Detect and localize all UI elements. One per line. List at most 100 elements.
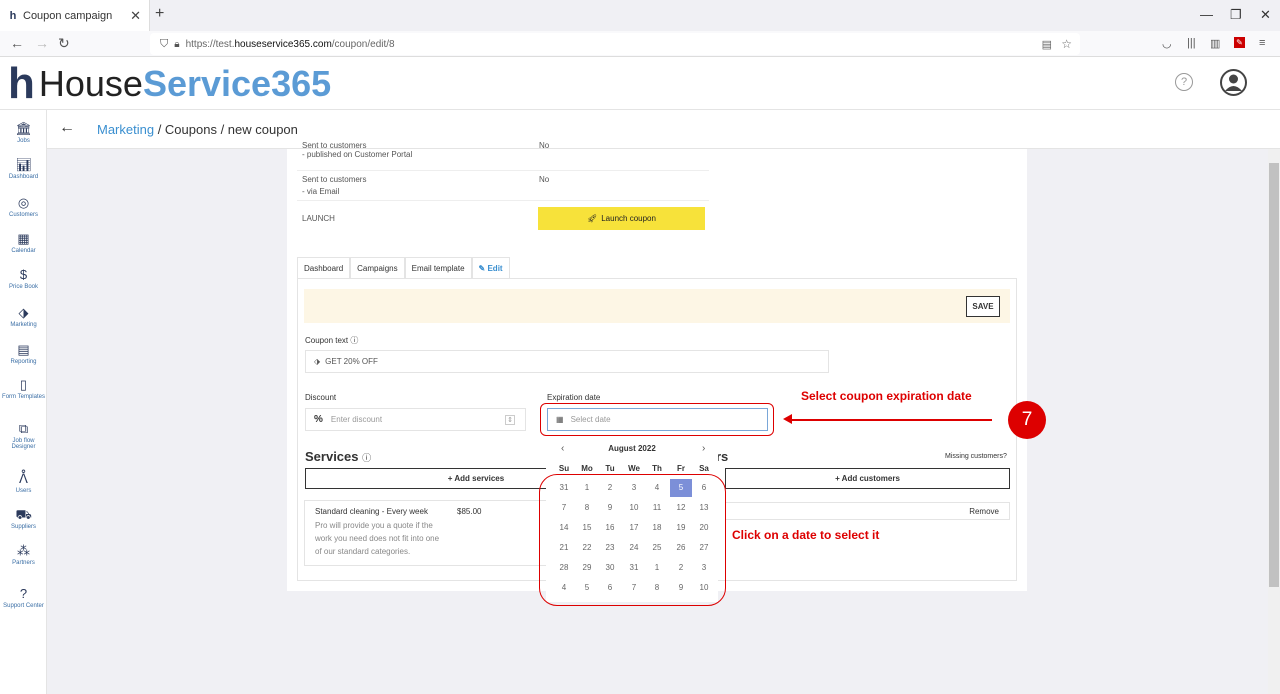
jobs-icon: 🏛︎ — [15, 121, 33, 136]
sidebar-item[interactable]: ▦ Calendar — [0, 231, 47, 255]
sidebar-item[interactable]: ⁂ Partners — [0, 543, 47, 567]
sidebar-toggle-icon[interactable]: ▥ — [1210, 37, 1220, 50]
back-nav-icon[interactable]: ← — [10, 35, 24, 51]
sidebar-item[interactable]: ▤ Reporting — [0, 343, 47, 366]
service-price: $85.00 — [457, 507, 482, 516]
browser-tab[interactable]: h Coupon campaign ✕ — [0, 0, 150, 31]
logo-text-1: House — [38, 63, 143, 104]
library-icon[interactable]: ||| — [1187, 37, 1196, 49]
extension-icon[interactable]: ✎ — [1234, 37, 1245, 48]
tab-edit[interactable]: ✎ Edit — [471, 257, 510, 278]
coupon-text-value: GET 20% OFF — [325, 357, 378, 366]
calendar-weekday: Su — [558, 464, 570, 473]
restore-icon[interactable]: ❐ — [1230, 7, 1242, 23]
launch-coupon-button[interactable]: 🚀︎ Launch coupon — [538, 207, 705, 230]
stepper-icon[interactable]: ⇕ — [505, 414, 515, 425]
tab-dashboard[interactable]: Dashboard — [297, 257, 351, 278]
help-icon[interactable]: ? — [1175, 73, 1193, 91]
calendar-weekday: Mo — [581, 464, 593, 473]
tab-campaigns[interactable]: Campaigns — [350, 257, 405, 278]
page-scroll-thumb[interactable] — [1269, 163, 1279, 587]
breadcrumb-rest: / Coupons / new coupon — [154, 122, 298, 137]
launch-coupon-label: Launch coupon — [601, 214, 656, 223]
tab-title: Coupon campaign — [23, 9, 113, 22]
address-bar[interactable]: ⛉ 🔒︎ https://test.houseservice365.com/co… — [150, 33, 1080, 55]
price-book-icon: $ — [19, 267, 28, 282]
arrow-head-icon — [783, 414, 792, 424]
sidebar-item[interactable]: ⧉ Job flow Designer — [0, 421, 47, 451]
add-customers-button[interactable]: + Add customers — [725, 468, 1010, 489]
coupon-text-input[interactable]: ⬗ GET 20% OFF — [305, 350, 829, 373]
status-row-value: No — [539, 141, 550, 150]
select-date-annotation: Select coupon expiration date — [801, 389, 972, 403]
sidebar-item[interactable]: ◎ Customers — [0, 196, 47, 219]
services-title: Services ⓘ — [305, 449, 372, 464]
sidebar-item-label: Dashboard — [8, 174, 39, 180]
url-text: https://test.houseservice365.com/coupon/… — [185, 38, 395, 50]
save-button[interactable]: SAVE — [966, 296, 1000, 317]
discount-input[interactable]: % Enter discount ⇕ — [305, 408, 526, 431]
status-row: Sent to customers - via Email No — [297, 171, 709, 201]
sidebar-item[interactable]: 🏛︎ Jobs — [0, 121, 47, 145]
menu-icon[interactable]: ≡ — [1259, 37, 1265, 49]
reload-icon[interactable]: ↻ — [58, 35, 70, 52]
next-month-icon[interactable]: › — [702, 443, 705, 454]
sidebar-item[interactable]: ? Support Center — [0, 587, 47, 610]
sidebar-item[interactable]: 📊︎ Dashboard — [0, 157, 47, 181]
launch-label: LAUNCH — [302, 214, 335, 223]
info-icon: ⓘ — [362, 453, 372, 463]
reader-icon[interactable]: ▤ — [1042, 38, 1052, 51]
dashboard-icon: 📊︎ — [15, 157, 33, 172]
minimize-icon[interactable]: — — [1200, 7, 1213, 22]
tab-edit-label: Edit — [487, 264, 503, 273]
sidebar-item-label: Suppliers — [10, 524, 36, 530]
service-item: Standard cleaning - Every week $85.00 Pr… — [304, 500, 564, 566]
sidebar-item-label: Users — [15, 488, 32, 494]
sidebar-item[interactable]: ▯ Form Templates — [0, 378, 47, 401]
back-arrow-icon[interactable]: ← — [59, 119, 75, 137]
sidebar-item[interactable]: ᐰ Users — [0, 471, 47, 495]
pocket-icon[interactable]: ◡ — [1162, 37, 1172, 50]
coupon-text-label: Coupon text ⓘ — [305, 336, 359, 345]
remove-button[interactable]: Remove — [969, 507, 999, 516]
calendar-month: August 2022 — [608, 444, 656, 453]
job-flow-icon: ⧉ — [18, 421, 29, 436]
bookmark-star-icon[interactable]: ☆ — [1061, 37, 1072, 51]
save-bar: SAVE — [304, 289, 1010, 323]
tag-icon: ⬗ — [314, 357, 321, 366]
calendar-weekday: We — [628, 464, 640, 473]
suppliers-icon: ⛟ — [15, 507, 32, 522]
users-icon: ᐰ — [19, 471, 28, 486]
calendar-weekday: Sa — [699, 464, 709, 473]
tab-email-template[interactable]: Email template — [404, 257, 472, 278]
sidebar-item-label: Marketing — [10, 322, 37, 328]
missing-customers-link[interactable]: Missing customers? — [945, 453, 1007, 460]
breadcrumb: Marketing / Coupons / new coupon — [97, 122, 298, 137]
sidebar-item[interactable]: $ Price Book — [0, 267, 47, 291]
close-window-icon[interactable]: ✕ — [1260, 7, 1271, 23]
new-tab-icon[interactable]: + — [155, 5, 164, 23]
sidebar-item-label: Calendar — [11, 248, 36, 254]
forward-nav-icon[interactable]: → — [35, 35, 49, 51]
launch-row: LAUNCH 🚀︎ Launch coupon — [297, 201, 709, 237]
breadcrumb-marketing-link[interactable]: Marketing — [97, 122, 154, 137]
browser-tabbar: h Coupon campaign ✕ + — ❐ ✕ — [0, 0, 1280, 31]
click-date-annotation: Click on a date to select it — [732, 528, 880, 542]
close-tab-icon[interactable]: ✕ — [130, 8, 141, 24]
logo[interactable]: h House Service365 — [8, 62, 331, 106]
partners-icon: ⁂ — [17, 543, 30, 558]
sidebar-item[interactable]: ⛟ Suppliers — [0, 507, 47, 531]
status-row: Sent to customers - published on Custome… — [297, 141, 709, 171]
calendar-icon: ▦ — [17, 231, 30, 246]
sidebar-item[interactable]: ⬗ Marketing — [0, 306, 47, 329]
favicon-icon: h — [9, 9, 17, 22]
avatar[interactable] — [1220, 69, 1247, 96]
service-name: Standard cleaning - Every week — [315, 507, 428, 516]
calendar-weekday: Tu — [605, 464, 615, 473]
calendar-weekday: Fr — [677, 464, 685, 473]
status-row-sub: - via Email — [302, 187, 340, 196]
sidebar-item-label: Form Templates — [2, 394, 45, 400]
calendar-highlight — [539, 474, 726, 606]
browser-navbar: ← → ↻ ⛉ 🔒︎ https://test.houseservice365.… — [0, 31, 1280, 57]
status-row-value: No — [539, 175, 550, 184]
